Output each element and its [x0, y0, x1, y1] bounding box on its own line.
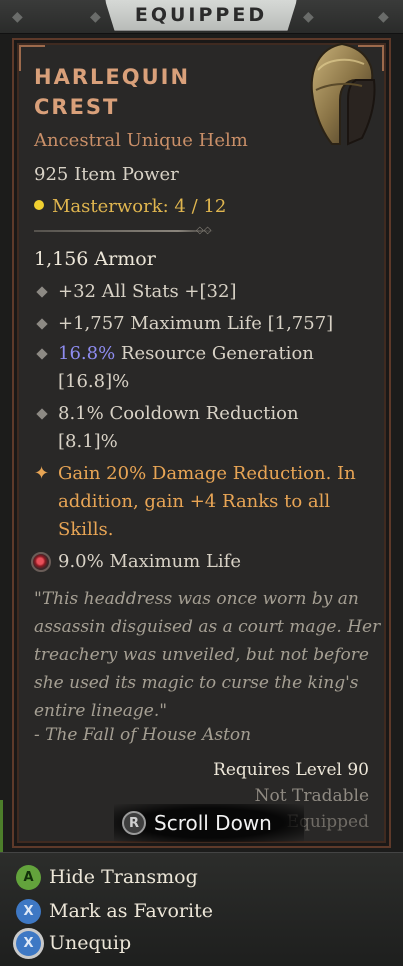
- diamond-icon: ◇◇: [196, 225, 212, 236]
- helm-icon: [310, 42, 376, 146]
- unique-power-line: addition, gain +4 Ranks to all: [58, 491, 331, 512]
- scroll-down-label: Scroll Down: [154, 811, 272, 835]
- affix-text: +1,757 Maximum Life [1,757]: [58, 313, 334, 334]
- affix-resource-generation: 16.8% Resource Generation [16.8]%: [34, 340, 374, 396]
- unique-power-line: Skills.: [58, 519, 114, 540]
- mark-favorite-action[interactable]: X Mark as Favorite: [16, 897, 213, 925]
- equipped-tab: EQUIPPED: [105, 0, 297, 31]
- required-level: Requires Level 90: [213, 760, 369, 780]
- affix-text: Resource Generation: [115, 343, 314, 364]
- diamond-icon: ◆: [12, 9, 23, 25]
- tradable-status: Not Tradable: [254, 786, 369, 806]
- action-label: Hide Transmog: [49, 866, 198, 888]
- affix-range: [8.1]%: [58, 431, 118, 452]
- item-name: HARLEQUIN CREST: [34, 65, 191, 119]
- action-label: Unequip: [49, 932, 132, 954]
- affix-bullet-icon: [36, 318, 48, 330]
- masterwork-label: Masterwork: 4 / 12: [52, 196, 227, 217]
- affix-value: 16.8%: [58, 343, 116, 364]
- affix-text: +32 All Stats +[32]: [58, 281, 237, 302]
- unequip-action[interactable]: X Unequip: [16, 929, 131, 957]
- action-bar: A Hide Transmog X Mark as Favorite X Une…: [0, 852, 403, 966]
- affix-text: 8.1% Cooldown Reduction: [58, 403, 299, 424]
- affix-all-stats: +32 All Stats +[32]: [34, 278, 374, 306]
- item-type: Ancestral Unique Helm: [34, 130, 248, 151]
- affix-bullet-icon: [36, 286, 48, 298]
- affix-range: [16.8]%: [58, 371, 130, 392]
- unique-power: ✦ Gain 20% Damage Reduction. In addition…: [34, 460, 374, 544]
- header-title: EQUIPPED: [134, 4, 268, 26]
- unique-star-icon: ✦: [34, 463, 50, 484]
- x-button-hold-icon: X: [16, 930, 41, 956]
- affix-maximum-life: +1,757 Maximum Life [1,757]: [34, 310, 374, 338]
- hide-transmog-action[interactable]: A Hide Transmog: [16, 863, 198, 891]
- gem-text: 9.0% Maximum Life: [58, 551, 241, 572]
- diamond-icon: ◆: [378, 9, 389, 25]
- flavor-source: - The Fall of House Aston: [34, 725, 252, 745]
- item-power: 925 Item Power: [34, 164, 179, 185]
- x-button-icon: X: [16, 898, 41, 924]
- affix-bullet-icon: [36, 408, 48, 420]
- affix-cooldown-reduction: 8.1% Cooldown Reduction [8.1]%: [34, 400, 374, 456]
- affix-bullet-icon: [36, 348, 48, 360]
- divider: [34, 230, 214, 232]
- ruby-gem-icon: [31, 552, 51, 572]
- scroll-down-prompt[interactable]: R Scroll Down: [114, 804, 304, 842]
- masterwork-rank: Masterwork: 4 / 12: [34, 196, 226, 217]
- item-tooltip: HARLEQUIN CREST Ancestral Unique Helm 92…: [12, 38, 391, 848]
- a-button-icon: A: [16, 864, 41, 890]
- flavor-text: "This headdress was once worn by an assa…: [34, 589, 381, 721]
- action-label: Mark as Favorite: [49, 900, 213, 922]
- r-button-icon: R: [122, 811, 146, 835]
- socketed-gem: 9.0% Maximum Life: [31, 548, 374, 576]
- equipped-header: ◆ ◆ EQUIPPED ◆ ◆: [0, 0, 403, 34]
- armor-value: 1,156 Armor: [34, 248, 156, 270]
- diamond-icon: ◆: [90, 9, 101, 25]
- unique-power-line: Gain 20% Damage Reduction. In: [58, 463, 356, 484]
- diamond-icon: ◆: [303, 9, 314, 25]
- masterwork-dot-icon: [34, 200, 44, 210]
